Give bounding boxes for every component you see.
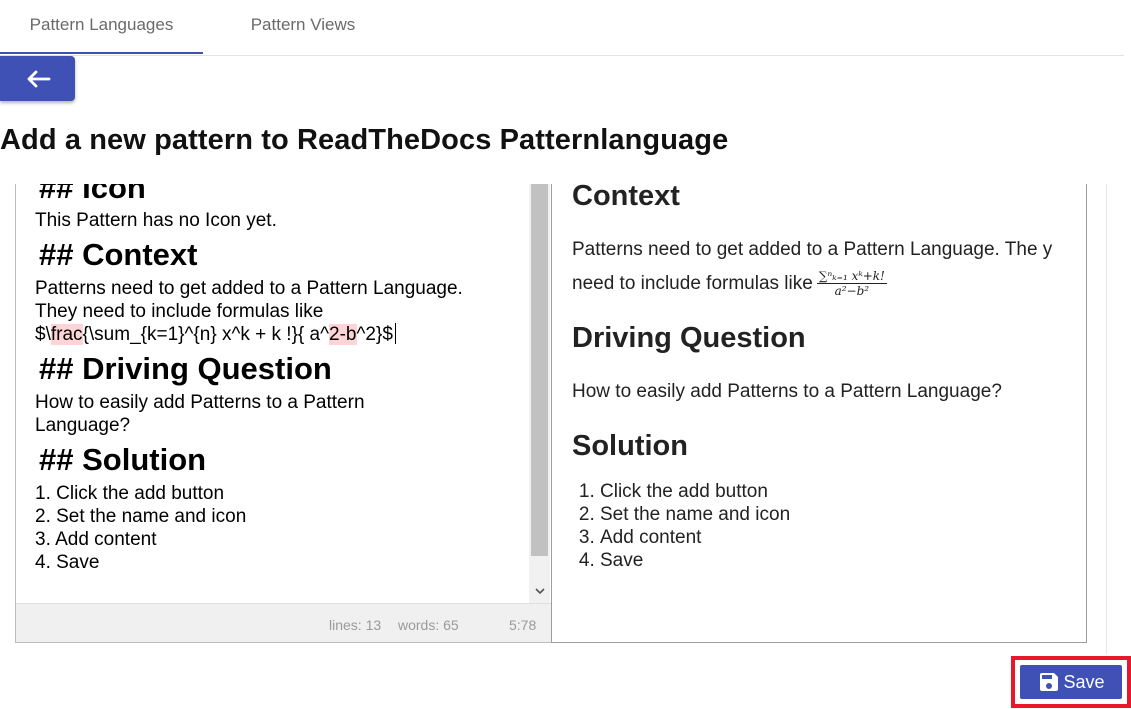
editor-driving-line1: How to easily add Patterns to a Pattern (35, 392, 365, 413)
preview-heading-driving-question: Driving Question (572, 322, 806, 354)
editor-content[interactable]: ## Icon This Pattern has no Icon yet. ##… (35, 184, 525, 574)
editor-context-line1: Patterns need to get added to a Pattern … (35, 278, 463, 299)
editor-solution-list: 1. Click the add button 2. Set the name … (35, 482, 525, 574)
cursor-position: 5:78 (509, 617, 537, 633)
list-item: Set the name and icon (600, 503, 1072, 526)
preview-solution-list: Click the add button Set the name and ic… (572, 480, 1072, 572)
editor-statusbar: lines: 13 words: 65 5:78 (16, 603, 552, 642)
list-item: 3. Add content (35, 529, 157, 550)
text-cursor (394, 323, 396, 344)
word-count: words: 65 (398, 617, 459, 633)
floppy-disk-icon (1040, 673, 1059, 691)
preview-heading-solution: Solution (572, 430, 688, 462)
editor-heading-solution: ## Solution (39, 442, 207, 477)
tab-bar: Pattern Languages Pattern Views (0, 0, 1124, 56)
editor-context-line2: They need to include formulas like (35, 301, 324, 322)
preview-heading-context: Context (572, 184, 680, 212)
save-button-label: Save (1063, 671, 1105, 692)
formula: ∑ⁿₖ₌₁ xᵏ+k! a²−b² (816, 269, 887, 299)
editor-formula-line: $\frac{\sum_{k=1}^{n} x^k + k !}{ a^2-b^… (35, 323, 525, 346)
markdown-editor[interactable]: ## Icon This Pattern has no Icon yet. ##… (15, 184, 553, 643)
editor-heading-driving-question: ## Driving Question (39, 351, 332, 386)
editor-heading-context: ## Context (39, 237, 198, 272)
syntax-error-highlight: frac (50, 324, 83, 345)
editor-icon-text: This Pattern has no Icon yet. (35, 210, 277, 231)
list-item: 1. Click the add button (35, 483, 225, 504)
editor-scrollbar-thumb[interactable] (531, 184, 548, 556)
divider (1106, 184, 1107, 654)
list-item: 4. Save (35, 552, 100, 573)
syntax-error-highlight: 2-b (329, 324, 357, 345)
tab-pattern-views[interactable]: Pattern Views (203, 0, 403, 54)
preview-driving-text: How to easily add Patterns to a Pattern … (572, 381, 1002, 402)
line-count: lines: 13 (329, 617, 382, 633)
page-title: Add a new pattern to ReadTheDocs Pattern… (0, 124, 729, 156)
list-item: 2. Set the name and icon (35, 506, 247, 527)
editor-driving-line2: Language? (35, 415, 131, 436)
arrow-left-icon (27, 70, 50, 87)
scroll-down-arrow-icon[interactable] (531, 583, 548, 600)
back-button[interactable] (0, 56, 75, 101)
preview-context-text: Patterns need to get added to a Pattern … (572, 239, 1053, 299)
list-item: Click the add button (600, 480, 1072, 503)
active-tab-indicator (0, 52, 203, 54)
editor-heading-icon: ## Icon (39, 184, 146, 205)
list-item: Add content (600, 526, 1072, 549)
markdown-preview: Context Patterns need to get added to a … (551, 184, 1087, 643)
save-button[interactable]: Save (1011, 656, 1131, 708)
list-item: Save (600, 549, 1072, 572)
tab-pattern-languages[interactable]: Pattern Languages (0, 0, 203, 54)
